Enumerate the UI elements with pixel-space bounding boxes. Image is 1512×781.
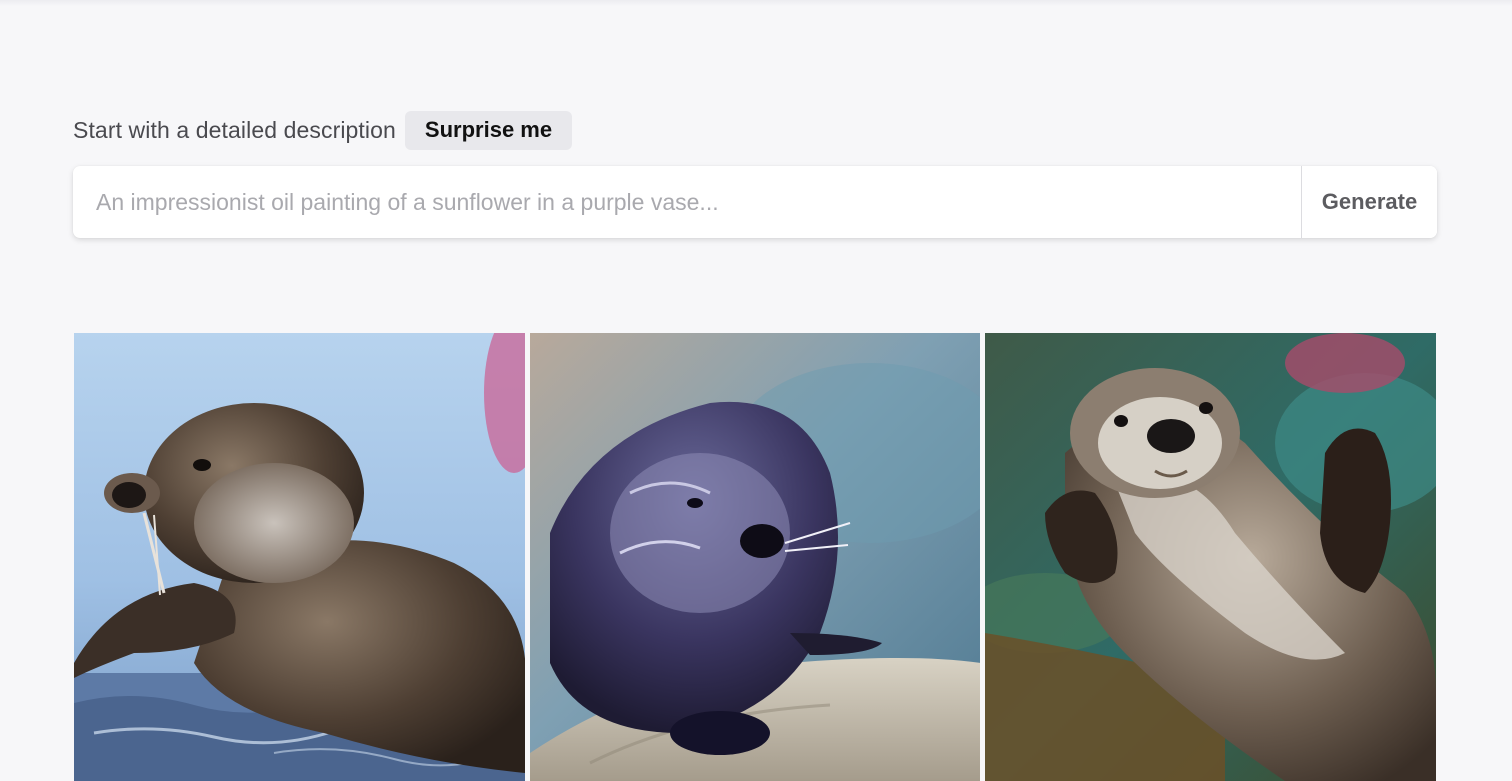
image-gallery	[74, 333, 1437, 781]
otter-image-3	[985, 333, 1437, 781]
surprise-me-button[interactable]: Surprise me	[404, 110, 573, 150]
prompt-input[interactable]	[73, 166, 1301, 238]
prompt-intro-text: Start with a detailed description	[73, 116, 396, 143]
prompt-header: Start with a detailed description Surpri…	[73, 110, 573, 150]
generate-button[interactable]: Generate	[1302, 166, 1437, 238]
page: Start with a detailed description Surpri…	[0, 0, 1512, 781]
generated-image-2[interactable]	[529, 333, 981, 781]
prompt-box: Generate	[73, 166, 1437, 238]
generated-image-3[interactable]	[985, 333, 1437, 781]
generated-image-1[interactable]	[74, 333, 525, 781]
otter-image-2	[529, 333, 981, 781]
top-strip	[0, 0, 1512, 6]
otter-image-1	[74, 333, 525, 781]
